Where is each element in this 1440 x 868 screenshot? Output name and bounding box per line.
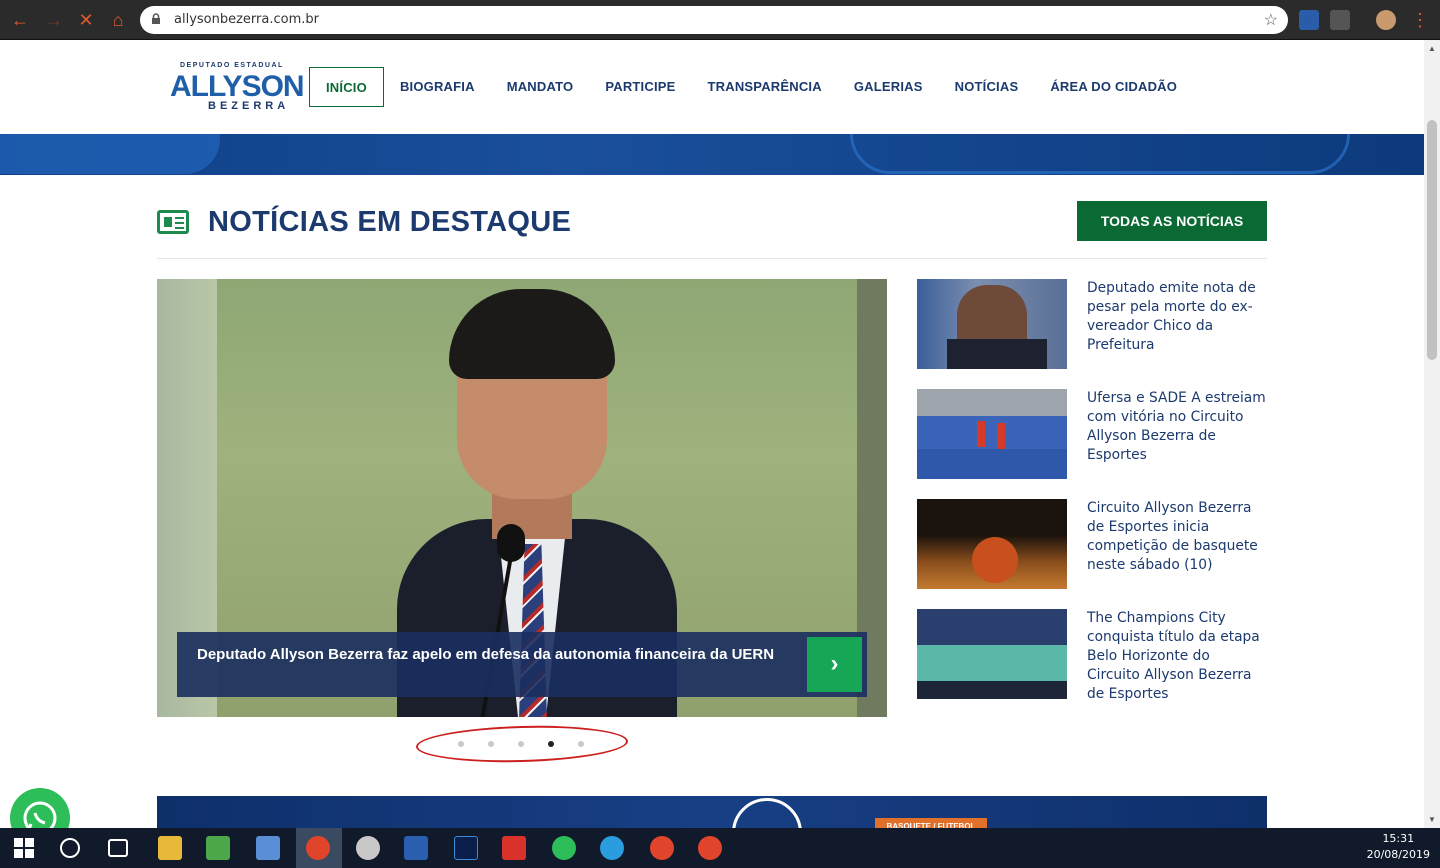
news-thumbnail[interactable] bbox=[917, 279, 1067, 369]
extension-icon[interactable] bbox=[1299, 10, 1319, 30]
main-nav: INÍCIO BIOGRAFIA MANDATO PARTICIPE TRANS… bbox=[309, 67, 1193, 107]
chrome-icon[interactable] bbox=[698, 836, 722, 860]
page-scrollbar[interactable]: ▲ ▼ bbox=[1424, 40, 1440, 828]
bookmark-star-icon[interactable]: ☆ bbox=[1264, 10, 1278, 30]
forward-icon[interactable]: → bbox=[42, 8, 66, 32]
list-item[interactable]: Circuito Allyson Bezerra de Esportes ini… bbox=[917, 499, 1267, 591]
app-icon[interactable] bbox=[206, 836, 230, 860]
cast-icon[interactable] bbox=[1330, 10, 1350, 30]
nav-participe[interactable]: PARTICIPE bbox=[589, 67, 691, 107]
nav-noticias[interactable]: NOTÍCIAS bbox=[939, 67, 1035, 107]
all-news-button[interactable]: TODAS AS NOTÍCIAS bbox=[1077, 201, 1267, 241]
promo-banner[interactable]: BASQUETE / FUTEBOL bbox=[157, 796, 1267, 828]
header-banner bbox=[0, 134, 1424, 175]
sports-emblem-icon bbox=[732, 798, 802, 828]
url-text: allysonbezerra.com.br bbox=[174, 12, 319, 27]
nav-transparencia[interactable]: TRANSPARÊNCIA bbox=[692, 67, 838, 107]
stop-icon[interactable]: ✕ bbox=[74, 8, 98, 32]
system-clock[interactable]: 15:31 20/08/2019 bbox=[1367, 831, 1430, 863]
cortana-search-icon[interactable] bbox=[60, 838, 80, 858]
section-divider bbox=[157, 258, 1267, 259]
site-logo[interactable]: DEPUTADO ESTADUAL ALLYSON BEZERRA bbox=[170, 62, 305, 114]
clock-date: 20/08/2019 bbox=[1366, 848, 1430, 861]
carousel-dot[interactable] bbox=[548, 741, 554, 747]
chevron-right-icon[interactable]: › bbox=[807, 637, 862, 692]
windows-start-icon[interactable] bbox=[14, 838, 34, 858]
profile-avatar[interactable] bbox=[1376, 10, 1396, 30]
nav-biografia[interactable]: BIOGRAFIA bbox=[384, 67, 491, 107]
news-thumbnail[interactable] bbox=[917, 609, 1067, 699]
news-thumbnail[interactable] bbox=[917, 499, 1067, 589]
app-icon[interactable] bbox=[404, 836, 428, 860]
list-item[interactable]: The Champions City conquista título da e… bbox=[917, 609, 1267, 704]
task-view-icon[interactable] bbox=[108, 839, 128, 857]
browser-toolbar: ← → ✕ ⌂ allysonbezerra.com.br ☆ ⋮ bbox=[0, 0, 1440, 40]
carousel-dot[interactable] bbox=[458, 741, 464, 747]
web-page: DEPUTADO ESTADUAL ALLYSON BEZERRA INÍCIO… bbox=[0, 40, 1424, 828]
news-title[interactable]: Deputado emite nota de pesar pela morte … bbox=[1087, 279, 1267, 355]
nav-mandato[interactable]: MANDATO bbox=[491, 67, 590, 107]
address-bar[interactable]: allysonbezerra.com.br ☆ bbox=[140, 6, 1288, 34]
windows-taskbar: 15:31 20/08/2019 bbox=[0, 828, 1440, 868]
clock-time: 15:31 bbox=[1382, 832, 1415, 845]
list-item[interactable]: Deputado emite nota de pesar pela morte … bbox=[917, 279, 1267, 371]
newspaper-icon bbox=[157, 210, 189, 234]
whatsapp-app-icon[interactable] bbox=[552, 836, 576, 860]
chrome-icon[interactable] bbox=[306, 836, 330, 860]
featured-caption[interactable]: Deputado Allyson Bezerra faz apelo em de… bbox=[177, 632, 867, 697]
promo-tag: BASQUETE / FUTEBOL bbox=[875, 818, 987, 828]
carousel-dot[interactable] bbox=[488, 741, 494, 747]
news-title[interactable]: Ufersa e SADE A estreiam com vitória no … bbox=[1087, 389, 1267, 465]
scrollbar-thumb[interactable] bbox=[1427, 120, 1437, 360]
section-title: NOTÍCIAS EM DESTAQUE bbox=[208, 206, 572, 238]
featured-caption-text: Deputado Allyson Bezerra faz apelo em de… bbox=[197, 646, 775, 663]
app-icon[interactable] bbox=[600, 836, 624, 860]
nav-inicio[interactable]: INÍCIO bbox=[309, 67, 384, 107]
scroll-up-icon[interactable]: ▲ bbox=[1428, 44, 1436, 53]
scroll-down-icon[interactable]: ▼ bbox=[1428, 815, 1436, 824]
news-title[interactable]: The Champions City conquista título da e… bbox=[1087, 609, 1267, 704]
app-icon[interactable] bbox=[356, 836, 380, 860]
file-explorer-icon[interactable] bbox=[158, 836, 182, 860]
nav-area-do-cidadao[interactable]: ÁREA DO CIDADÃO bbox=[1034, 67, 1193, 107]
carousel-dot[interactable] bbox=[518, 741, 524, 747]
carousel-dot[interactable] bbox=[578, 741, 584, 747]
news-title[interactable]: Circuito Allyson Bezerra de Esportes ini… bbox=[1087, 499, 1267, 575]
carousel-pagination bbox=[415, 723, 629, 765]
news-thumbnail[interactable] bbox=[917, 389, 1067, 479]
list-item[interactable]: Ufersa e SADE A estreiam com vitória no … bbox=[917, 389, 1267, 481]
app-icon[interactable] bbox=[256, 836, 280, 860]
whatsapp-icon[interactable] bbox=[10, 788, 70, 828]
menu-kebab-icon[interactable]: ⋮ bbox=[1408, 8, 1432, 32]
chrome-icon[interactable] bbox=[650, 836, 674, 860]
featured-news-image[interactable]: Deputado Allyson Bezerra faz apelo em de… bbox=[157, 279, 887, 717]
back-icon[interactable]: ← bbox=[8, 8, 32, 32]
pdf-icon[interactable] bbox=[502, 836, 526, 860]
nav-galerias[interactable]: GALERIAS bbox=[838, 67, 939, 107]
lock-icon bbox=[152, 13, 160, 24]
photoshop-icon[interactable] bbox=[454, 836, 478, 860]
home-icon[interactable]: ⌂ bbox=[106, 8, 130, 32]
